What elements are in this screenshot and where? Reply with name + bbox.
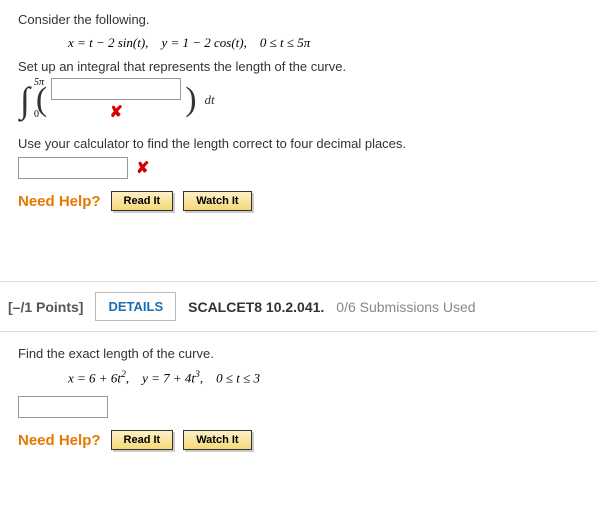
integrand-input[interactable] <box>51 78 181 100</box>
q1-prompt-calc: Use your calculator to find the length c… <box>18 136 579 151</box>
length-input[interactable] <box>18 157 128 179</box>
question-2-body: Find the exact length of the curve. x = … <box>0 332 597 470</box>
right-paren: ) <box>183 83 198 117</box>
integral-symbol: ∫ 5π 0 <box>18 82 32 118</box>
question-1-body: Consider the following. x = t − 2 sin(t)… <box>0 0 597 231</box>
wrong-icon: ✘ <box>132 158 153 178</box>
watch-it-button[interactable]: Watch It <box>183 430 251 450</box>
source-label: SCALCET8 10.2.041. <box>188 299 324 315</box>
details-button[interactable]: DETAILS <box>95 292 176 321</box>
q2-help-row: Need Help? Read It Watch It <box>18 430 579 450</box>
q2-prompt: Find the exact length of the curve. <box>18 346 579 361</box>
wrong-icon: ✘ <box>106 102 127 122</box>
read-it-button[interactable]: Read It <box>111 430 174 450</box>
points-label: [–/1 Points] <box>8 299 83 315</box>
need-help-label: Need Help? <box>18 432 101 449</box>
q2-equations: x = 6 + 6t2, y = 7 + 4t3, 0 ≤ t ≤ 3 <box>18 369 579 386</box>
q1-help-row: Need Help? Read It Watch It <box>18 191 579 211</box>
submissions-label: 0/6 Submissions Used <box>336 299 475 315</box>
question-2-header: [–/1 Points] DETAILS SCALCET8 10.2.041. … <box>0 281 597 332</box>
q1-prompt-setup: Set up an integral that represents the l… <box>18 59 579 74</box>
q2-answer-input[interactable] <box>18 396 108 418</box>
integral-upper-limit: 5π <box>34 78 44 88</box>
integral-expression: ∫ 5π 0 ( ✘ ) dt <box>18 78 579 122</box>
q1-equations: x = t − 2 sin(t), y = 1 − 2 cos(t), 0 ≤ … <box>18 35 579 51</box>
q1-prompt-consider: Consider the following. <box>18 12 579 27</box>
read-it-button[interactable]: Read It <box>111 191 174 211</box>
watch-it-button[interactable]: Watch It <box>183 191 251 211</box>
differential: dt <box>201 92 215 108</box>
integral-lower-limit: 0 <box>34 110 39 120</box>
need-help-label: Need Help? <box>18 193 101 210</box>
